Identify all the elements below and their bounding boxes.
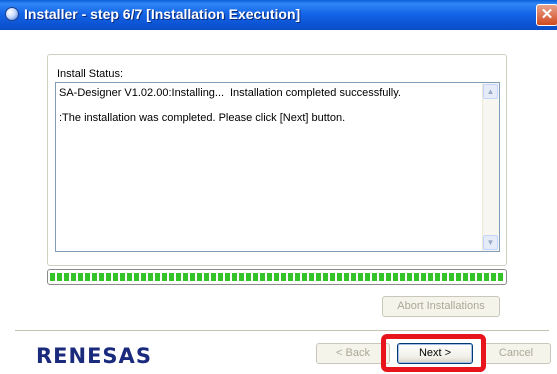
footer-separator — [15, 330, 549, 331]
install-status-label: Install Status: — [57, 68, 124, 80]
cancel-button[interactable]: Cancel — [481, 343, 551, 364]
installer-app-icon — [5, 7, 19, 21]
scroll-down-arrow-icon[interactable]: ▼ — [483, 235, 498, 250]
title-bar: Installer - step 6/7 [Installation Execu… — [0, 0, 557, 30]
back-button[interactable]: < Back — [316, 343, 390, 364]
abort-installations-button[interactable]: Abort Installations — [382, 296, 500, 317]
log-scrollbar[interactable] — [482, 83, 499, 251]
install-progress-bar — [47, 269, 507, 285]
log-line-1: SA-Designer V1.02.00:Installing... Insta… — [59, 87, 401, 99]
log-line-1-result: Installation completed successfully. — [230, 87, 401, 99]
scroll-up-arrow-icon[interactable]: ▲ — [483, 84, 498, 99]
renesas-logo: RENESAS — [36, 344, 152, 368]
log-line-2: :The installation was completed. Please … — [59, 112, 346, 124]
progress-fill — [50, 273, 504, 281]
install-status-log[interactable] — [55, 82, 500, 252]
window-title: Installer - step 6/7 [Installation Execu… — [24, 6, 301, 22]
next-button-highlight — [381, 334, 486, 372]
log-line-1-text: SA-Designer V1.02.00:Installing... — [59, 87, 225, 99]
close-button[interactable]: ✕ — [536, 4, 557, 26]
